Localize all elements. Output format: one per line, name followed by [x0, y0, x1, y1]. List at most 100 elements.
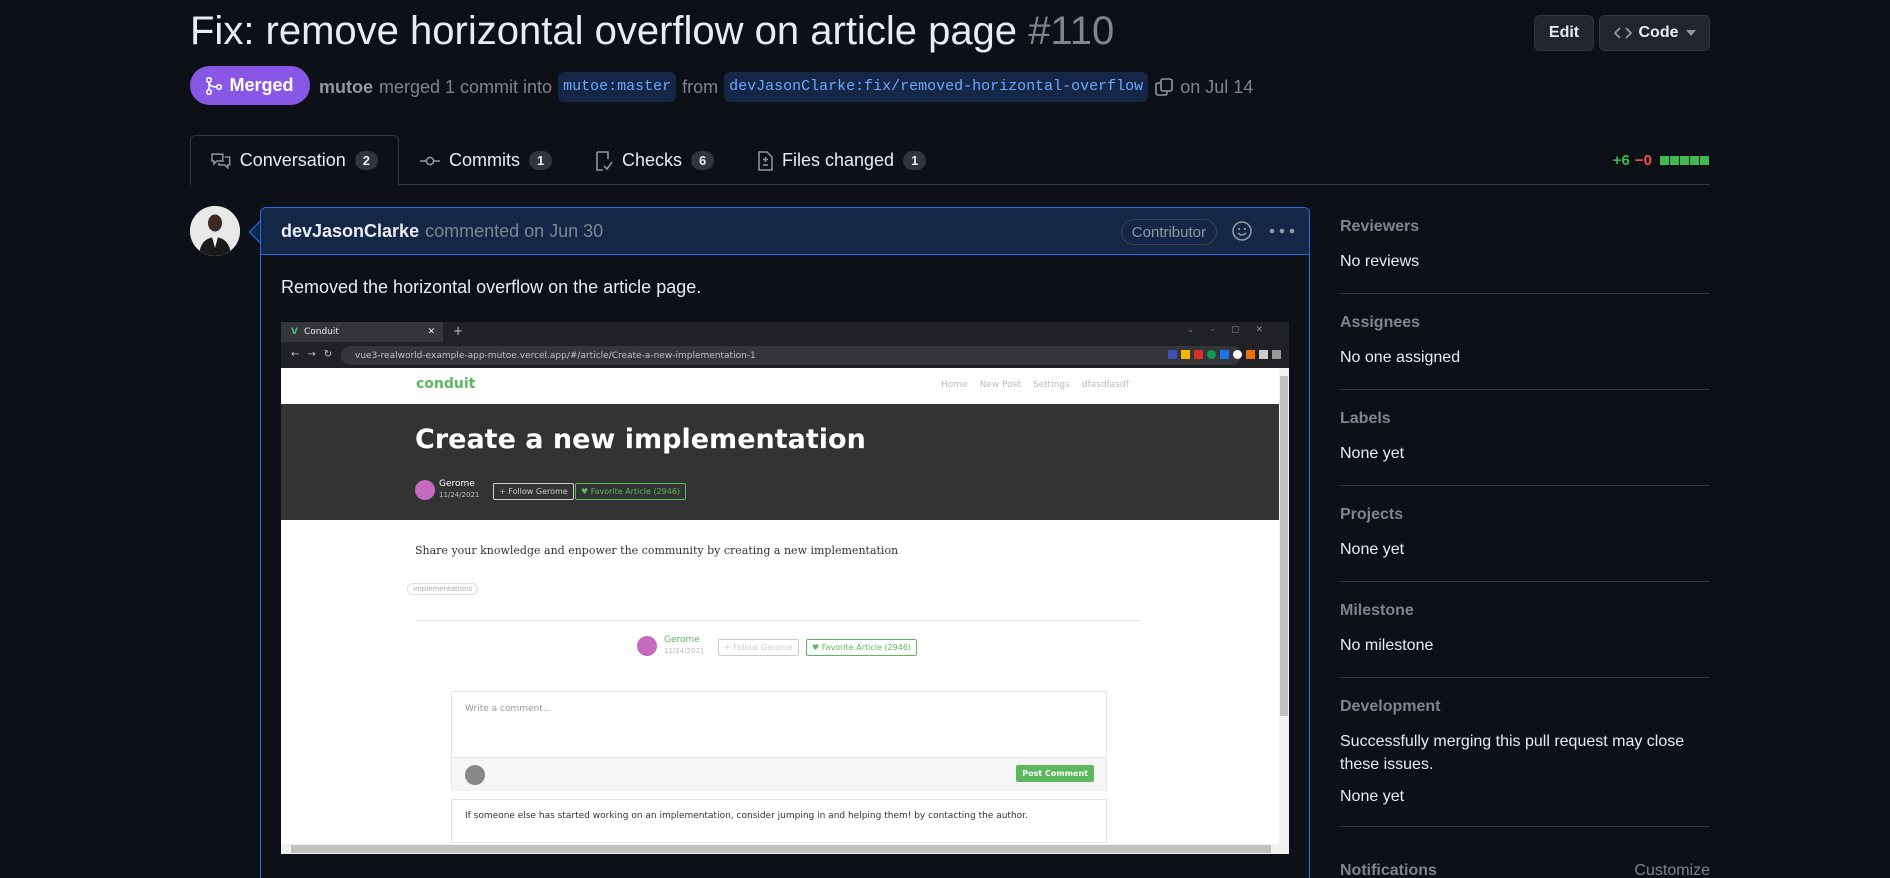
nav-settings: Settings — [1032, 380, 1070, 390]
browser-chrome: V Conduit ✕ + ⌄–▢✕ ←→↻ vue3-realworld-ex… — [281, 322, 1289, 368]
milestone-heading: Milestone — [1340, 602, 1414, 619]
tab-files-changed-label: Files changed — [782, 150, 895, 170]
contributor-badge: Contributor — [1120, 219, 1217, 245]
tab-conversation[interactable]: Conversation 2 — [190, 135, 399, 186]
vertical-scrollbar — [1279, 368, 1289, 854]
tab-conversation-label: Conversation — [239, 150, 346, 170]
customize-link[interactable]: Customize — [1634, 862, 1710, 878]
follow-label-bottom: Follow Gerome — [733, 643, 793, 652]
diffstat-additions: +6 — [1612, 152, 1630, 169]
pull-request-page: Fix: remove horizontal overflow on artic… — [0, 0, 1890, 878]
comment-meta[interactable]: commented on Jun 30 — [425, 221, 603, 242]
projects-heading: Projects — [1340, 506, 1404, 523]
sidebar-assignees[interactable]: Assignees No one assigned — [1340, 314, 1710, 390]
tab-checks-label: Checks — [622, 150, 683, 170]
avatar-photo — [190, 206, 240, 256]
reviewers-value: No reviews — [1340, 253, 1420, 270]
assignees-heading: Assignees — [1340, 314, 1421, 331]
merged-status-label: Merged — [229, 75, 294, 95]
comment-author[interactable]: devJasonClarke — [281, 221, 419, 242]
diffstat-bar — [1660, 152, 1710, 169]
article-title: Create a new implementation — [415, 424, 866, 455]
checklist-icon — [596, 150, 613, 171]
favorite-button-bottom: ♥ Favorite Article (2946) — [806, 639, 918, 656]
browser-tab: V Conduit ✕ — [281, 322, 443, 342]
vue-logo-icon: V — [291, 327, 298, 337]
sidebar-labels[interactable]: Labels None yet — [1340, 410, 1710, 486]
diffstat-deletions: −0 — [1634, 152, 1652, 169]
tab-checks[interactable]: Checks 6 — [575, 135, 734, 186]
commit-icon — [420, 156, 440, 165]
extensions-icons — [1168, 350, 1281, 359]
avatar[interactable] — [190, 206, 240, 256]
favorite-label: Favorite Article (2946) — [590, 487, 681, 496]
pr-sidebar: Reviewers No reviews Assignees No one as… — [1340, 218, 1710, 847]
nav-home: Home — [941, 380, 968, 390]
pr-tabs: Conversation 2 Commits 1 Checks 6 Files … — [190, 135, 1710, 186]
address-bar: vue3-realworld-example-app-mutoe.vercel.… — [341, 346, 1241, 365]
tab-files-changed-count: 1 — [903, 151, 927, 170]
sidebar-projects[interactable]: Projects None yet — [1340, 506, 1710, 582]
existing-comment: If someone else has started working on a… — [451, 799, 1107, 843]
horizontal-scrollbar — [281, 844, 1289, 854]
comment-form: Write a comment... Post Comment — [451, 691, 1107, 791]
page-title: Fix: remove horizontal overflow on artic… — [190, 6, 1114, 56]
reviewers-heading: Reviewers — [1340, 218, 1420, 235]
tab-files-changed[interactable]: Files changed 1 — [737, 135, 946, 186]
edit-button[interactable]: Edit — [1534, 15, 1594, 51]
code-button[interactable]: Code — [1599, 15, 1710, 51]
merge-icon — [206, 76, 223, 95]
sidebar-reviewers[interactable]: Reviewers No reviews — [1340, 218, 1710, 294]
head-branch[interactable]: devJasonClarke:fix/removed-horizontal-ov… — [724, 72, 1149, 102]
tab-commits-label: Commits — [449, 150, 520, 170]
development-sub: None yet — [1340, 788, 1405, 805]
comment-box: devJasonClarke commented on Jun 30 Contr… — [260, 207, 1310, 878]
conduit-navbar: conduit Home New Post Settings dfasdfasd… — [281, 368, 1279, 404]
nav-user: dfasdfasdf — [1081, 380, 1129, 390]
nav-arrows-icon: ←→↻ — [291, 349, 341, 360]
existing-comment-text: If someone else has started working on a… — [465, 811, 1028, 821]
new-tab-icon: + — [453, 324, 464, 338]
pr-title: Fix: remove horizontal overflow on artic… — [190, 9, 1018, 53]
comment-placeholder: Write a comment... — [465, 704, 552, 714]
comment-body: Removed the horizontal overflow on the a… — [261, 255, 1309, 320]
sidebar-development[interactable]: Development Successfully merging this pu… — [1340, 698, 1710, 827]
base-branch[interactable]: mutoe:master — [558, 72, 677, 102]
merge-date: on Jul 14 — [1180, 77, 1254, 97]
article-tag: implementations — [407, 583, 479, 595]
smiley-icon[interactable] — [1231, 220, 1253, 242]
sidebar-notifications: Notifications Customize — [1340, 862, 1710, 878]
code-icon — [1613, 27, 1632, 39]
from-text: from — [682, 77, 719, 97]
nav-new-post: New Post — [979, 380, 1021, 390]
file-diff-icon — [758, 150, 773, 171]
follow-button-bottom: + Follow Gerome — [718, 639, 799, 656]
follow-label: Follow Gerome — [508, 487, 568, 496]
labels-value: None yet — [1340, 445, 1405, 462]
user-avatar-icon — [465, 765, 485, 785]
article-divider — [415, 620, 1141, 621]
close-icon: ✕ — [427, 327, 435, 337]
comment-discussion-icon — [211, 152, 231, 170]
copy-icon[interactable] — [1154, 77, 1174, 97]
merger-link[interactable]: mutoe — [319, 74, 373, 100]
development-heading: Development — [1340, 698, 1441, 715]
article-body: Share your knowledge and enpower the com… — [415, 544, 899, 557]
projects-value: None yet — [1340, 541, 1405, 558]
labels-heading: Labels — [1340, 410, 1391, 427]
sidebar-milestone[interactable]: Milestone No milestone — [1340, 602, 1710, 678]
author-name-bottom: Gerome — [664, 635, 700, 645]
kebab-menu-icon[interactable] — [1269, 220, 1295, 242]
window-controls: ⌄–▢✕ — [1186, 325, 1279, 335]
notifications-heading: Notifications — [1340, 862, 1437, 878]
code-button-label: Code — [1638, 24, 1679, 41]
article-banner: Create a new implementation Gerome 11/24… — [281, 404, 1279, 520]
embedded-screenshot: V Conduit ✕ + ⌄–▢✕ ←→↻ vue3-realworld-ex… — [281, 322, 1289, 854]
comment-header: devJasonClarke commented on Jun 30 Contr… — [261, 208, 1309, 255]
browser-tab-title: Conduit — [303, 327, 339, 337]
tab-commits[interactable]: Commits 1 — [400, 135, 572, 186]
merge-action-text: merged 1 commit into — [379, 77, 553, 97]
post-comment-button: Post Comment — [1016, 765, 1094, 782]
article-date-bottom: 11/24/2021 — [664, 647, 705, 655]
merge-summary: mutoe merged 1 commit into mutoe:master … — [319, 72, 1253, 102]
